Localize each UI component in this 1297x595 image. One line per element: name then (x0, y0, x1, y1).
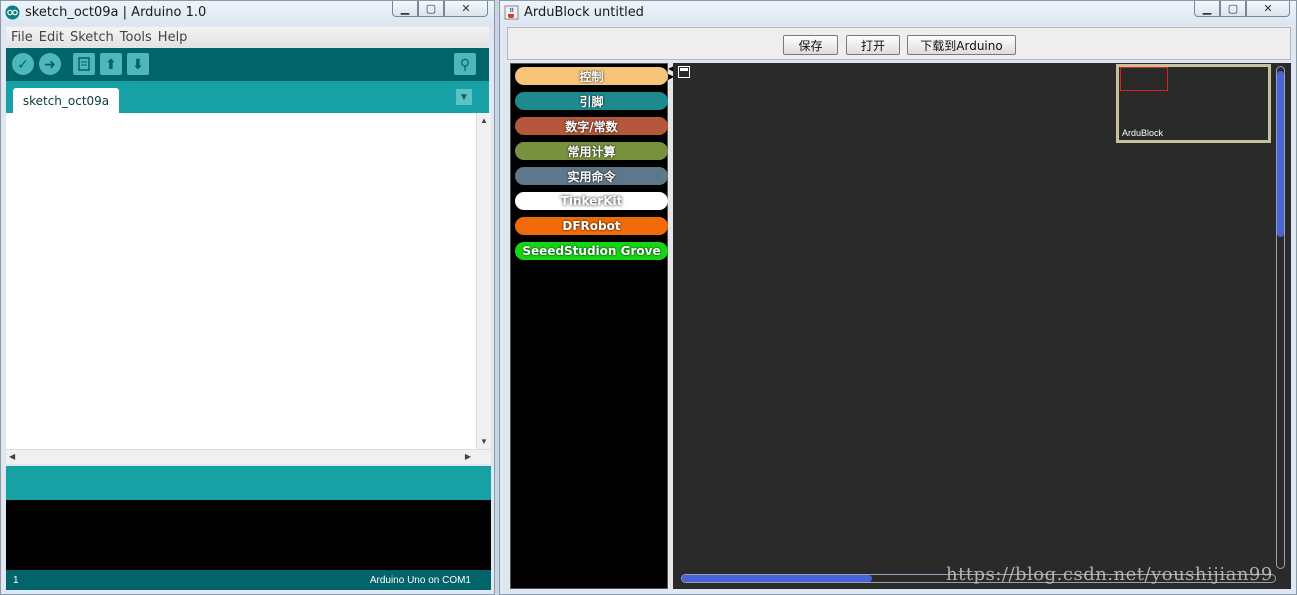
status-bar: 1 Arduino Uno on COM1 (6, 570, 491, 590)
ardublock-window: ArduBlock untitled ▁ ▢ ✕ 保存 打开 下载到Arduin… (499, 0, 1297, 595)
java-cup-icon (504, 5, 519, 20)
tab-sketch[interactable]: sketch_oct09a (13, 88, 119, 113)
ardublock-button-bar: 保存 打开 下载到Arduino (507, 27, 1291, 60)
category-pins[interactable]: 引脚 (515, 92, 668, 110)
menu-edit[interactable]: Edit (39, 30, 64, 45)
new-icon (78, 57, 90, 71)
tab-menu-button[interactable]: ▼ (456, 89, 472, 105)
close-button[interactable]: ✕ (1246, 1, 1290, 17)
close-icon: ✕ (1263, 3, 1273, 15)
ardublock-titlebar[interactable]: ArduBlock untitled ▁ ▢ ✕ (500, 1, 1296, 25)
maximize-button[interactable]: ▢ (1220, 1, 1246, 17)
minimap-viewport[interactable] (1120, 67, 1168, 91)
scroll-up-icon[interactable]: ▲ (480, 116, 488, 125)
open-button[interactable]: 打开 (846, 35, 900, 55)
maximize-button[interactable]: ▢ (418, 1, 444, 17)
vertical-scroll-thumb[interactable] (1277, 71, 1284, 237)
save-button[interactable]: 保存 (783, 35, 838, 55)
minimap-label: ArduBlock (1122, 128, 1164, 138)
menu-file[interactable]: File (11, 30, 33, 45)
upload-to-arduino-button[interactable]: 下载到Arduino (907, 35, 1016, 55)
window-title: sketch_oct09a | Arduino 1.0 (25, 5, 207, 20)
horizontal-scroll-thumb[interactable] (682, 575, 872, 582)
verify-button[interactable]: ✓ (12, 53, 34, 75)
verify-icon: ✓ (17, 55, 29, 72)
upload-icon: ➜ (44, 55, 56, 72)
category-dfrobot[interactable]: DFRobot (515, 217, 668, 235)
arduino-logo-icon (5, 5, 20, 20)
minimize-button[interactable]: ▁ (1194, 1, 1220, 17)
arduino-toolbar: ✓ ➜ ⬆ ⬇ ⚲ (6, 48, 489, 81)
category-numbers-constants[interactable]: 数字/常数 (515, 117, 668, 135)
block-workspace[interactable]: ArduBlock (673, 63, 1291, 589)
new-button[interactable] (73, 53, 95, 75)
category-utilities[interactable]: 实用命令 (515, 167, 668, 185)
workspace-page-icon[interactable] (678, 66, 690, 78)
editor-horizontal-scrollbar[interactable]: ◀ ▶ (6, 449, 491, 464)
arduino-titlebar[interactable]: sketch_oct09a | Arduino 1.0 ▁ ▢ ✕ (1, 1, 494, 25)
chevron-down-icon: ▼ (459, 91, 469, 103)
minimize-icon: ▁ (400, 3, 410, 15)
workspace-vertical-scrollbar[interactable] (1276, 66, 1285, 569)
close-button[interactable]: ✕ (444, 1, 488, 17)
open-button[interactable]: ⬆ (100, 53, 122, 75)
minimize-icon: ▁ (1202, 3, 1212, 15)
menu-help[interactable]: Help (158, 30, 188, 45)
category-operators[interactable]: 常用计算 (515, 142, 668, 160)
minimize-button[interactable]: ▁ (392, 1, 418, 17)
category-seeedstudio-grove[interactable]: SeeedStudion Grove (515, 242, 668, 260)
scroll-left-icon[interactable]: ◀ (9, 452, 15, 461)
scroll-down-icon[interactable]: ▼ (480, 437, 488, 446)
save-button[interactable]: ⬇ (127, 53, 149, 75)
maximize-icon: ▢ (1227, 3, 1239, 15)
menu-tools[interactable]: Tools (120, 30, 152, 45)
editor-vertical-scrollbar[interactable]: ▲ ▼ (476, 113, 491, 449)
serial-monitor-icon: ⚲ (459, 55, 471, 72)
open-icon: ⬆ (105, 55, 117, 72)
category-tinkerkit[interactable]: TinkerKit (515, 192, 668, 210)
code-editor[interactable] (6, 113, 476, 449)
console-output[interactable] (6, 500, 491, 570)
window-title: ArduBlock untitled (524, 5, 644, 20)
menu-bar: File Edit Sketch Tools Help (6, 27, 489, 47)
tab-strip: sketch_oct09a ▼ (6, 81, 489, 113)
category-control[interactable]: 控制 (515, 67, 668, 85)
serial-monitor-button[interactable]: ⚲ (454, 53, 476, 75)
line-number: 1 (13, 575, 19, 586)
save-icon: ⬇ (132, 55, 144, 72)
scroll-right-icon[interactable]: ▶ (465, 452, 471, 461)
block-category-palette: 控制 引脚 数字/常数 常用计算 实用命令 TinkerKit DFRobot … (510, 63, 668, 589)
arduino-window: sketch_oct09a | Arduino 1.0 ▁ ▢ ✕ File E… (0, 0, 495, 595)
upload-button[interactable]: ➜ (39, 53, 61, 75)
message-area (6, 466, 491, 500)
maximize-icon: ▢ (425, 3, 437, 15)
menu-sketch[interactable]: Sketch (70, 30, 114, 45)
watermark: https://blog.csdn.net/youshijian99 (946, 564, 1273, 585)
close-icon: ✕ (461, 3, 471, 15)
board-status: Arduino Uno on COM1 (369, 575, 471, 586)
workspace-minimap[interactable]: ArduBlock (1116, 64, 1271, 143)
